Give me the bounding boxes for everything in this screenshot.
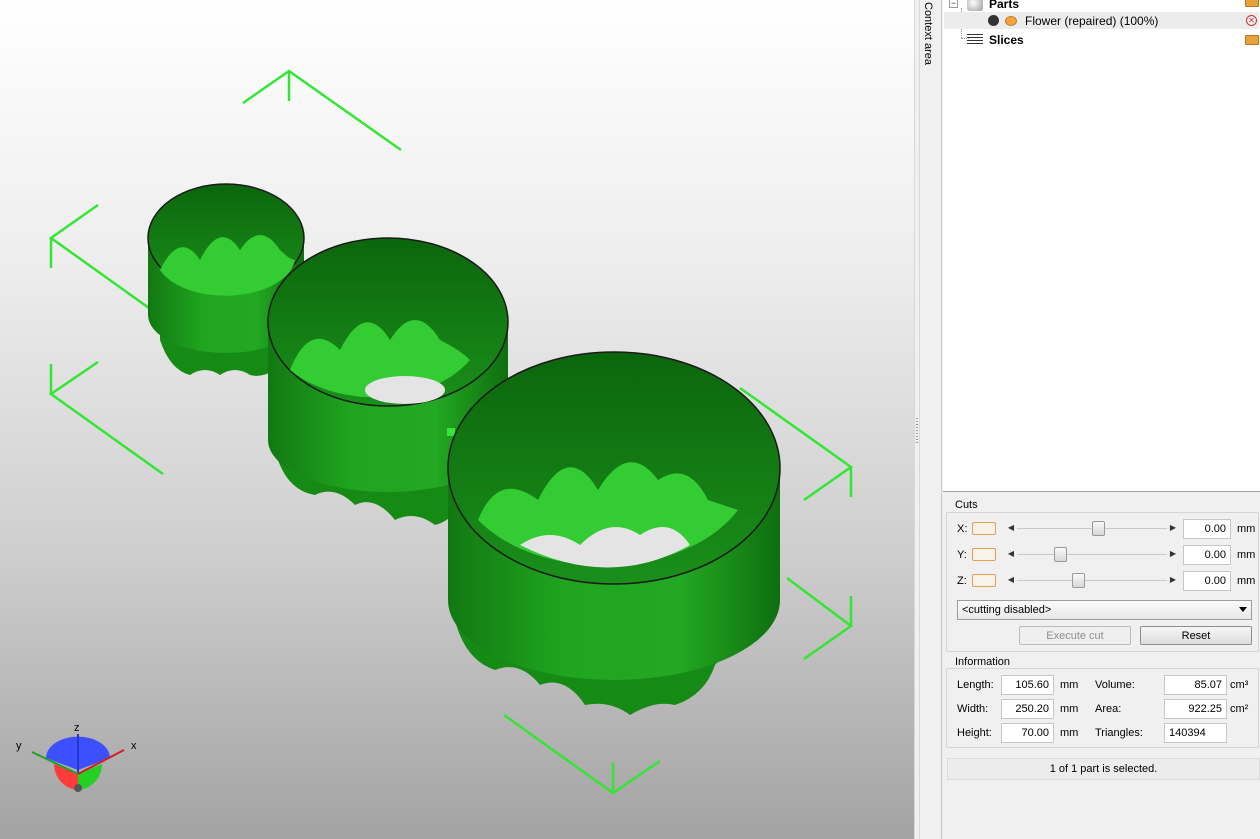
length-value: 105.60 (1001, 675, 1054, 695)
model-scene[interactable] (0, 0, 914, 839)
height-label: Height: (957, 727, 992, 739)
cut-mode-selected: <cutting disabled> (962, 604, 1052, 616)
folder-icon[interactable] (1245, 0, 1259, 7)
cut-z-slider-thumb[interactable] (1071, 573, 1085, 588)
cut-x-unit: mm (1237, 523, 1256, 535)
volume-value: 85.07 (1164, 675, 1227, 695)
area-value: 922.25 (1164, 699, 1227, 719)
axis-x-label: x (131, 740, 137, 752)
width-unit: mm (1060, 703, 1079, 715)
cut-x-toggle[interactable] (972, 522, 996, 535)
context-area-tab[interactable]: Context area (920, 0, 942, 839)
cut-x-value-field[interactable]: 0.00 (1183, 519, 1231, 539)
cut-z-value-field[interactable]: 0.00 (1183, 571, 1231, 591)
3d-viewport[interactable]: z x y (0, 0, 914, 839)
axis-y-label: y (16, 740, 22, 752)
axis-gizmo[interactable]: z x y (12, 722, 142, 797)
cut-y-slider-thumb[interactable] (1053, 547, 1067, 562)
volume-label: Volume: (1095, 679, 1135, 691)
cut-x-slider[interactable]: ◀ ▶ (1007, 521, 1177, 536)
visibility-eye-icon[interactable] (1005, 15, 1017, 26)
tree-item-parts-label: Parts (989, 0, 1020, 11)
triangles-label: Triangles: (1095, 727, 1143, 739)
parts-icon (967, 0, 983, 11)
execute-cut-button[interactable]: Execute cut (1019, 626, 1131, 645)
tree-item-flower[interactable]: Flower (repaired) (100%) ✕ (944, 12, 1259, 29)
right-panel: − Parts Flower (repaired) (100%) ✕ Slice… (943, 0, 1260, 839)
cut-z-toggle[interactable] (972, 574, 996, 587)
parts-tree[interactable]: − Parts Flower (repaired) (100%) ✕ Slice… (943, 0, 1260, 492)
cut-y-toggle[interactable] (972, 548, 996, 561)
area-unit: cm² (1230, 703, 1249, 715)
chevron-down-icon (1239, 607, 1247, 612)
axis-z-label: z (74, 722, 80, 734)
triangles-value: 140394 (1164, 723, 1227, 743)
context-area-label: Context area (922, 2, 934, 65)
tree-item-slices[interactable]: Slices (967, 31, 1247, 48)
width-value: 250.20 (1001, 699, 1054, 719)
selection-status: 1 of 1 part is selected. (947, 758, 1260, 780)
volume-unit: cm³ (1230, 679, 1249, 691)
cut-z-label: Z: (957, 575, 967, 587)
tree-item-parts[interactable]: Parts (967, 0, 1247, 12)
slices-icon (967, 33, 983, 46)
cut-z-unit: mm (1237, 575, 1256, 587)
cut-y-label: Y: (957, 549, 967, 561)
mesh-icon (988, 15, 999, 26)
cut-x-slider-thumb[interactable] (1092, 521, 1106, 536)
height-value: 70.00 (1001, 723, 1054, 743)
folder-icon[interactable] (1245, 35, 1259, 45)
cut-y-unit: mm (1237, 549, 1256, 561)
cut-z-slider[interactable]: ◀ ▶ (1007, 573, 1177, 588)
height-unit: mm (1060, 727, 1079, 739)
reset-button[interactable]: Reset (1140, 626, 1252, 645)
cut-y-slider[interactable]: ◀ ▶ (1007, 547, 1177, 562)
cut-y-value-field[interactable]: 0.00 (1183, 545, 1231, 565)
parts-collapse-toggle[interactable]: − (949, 0, 958, 8)
pivot-marker (447, 428, 455, 436)
length-label: Length: (957, 679, 994, 691)
cut-mode-select[interactable]: <cutting disabled> (957, 600, 1252, 620)
tree-item-flower-label: Flower (repaired) (100%) (1025, 13, 1159, 28)
cut-x-label: X: (957, 523, 968, 535)
splitter-grip[interactable] (916, 418, 918, 444)
remove-part-icon[interactable]: ✕ (1246, 15, 1257, 26)
information-title: Information (953, 656, 1013, 668)
cutter-large[interactable] (447, 351, 781, 715)
length-unit: mm (1060, 679, 1079, 691)
tree-item-slices-label: Slices (989, 32, 1024, 47)
cuts-title: Cuts (953, 499, 980, 511)
area-label: Area: (1095, 703, 1122, 715)
width-label: Width: (957, 703, 989, 715)
